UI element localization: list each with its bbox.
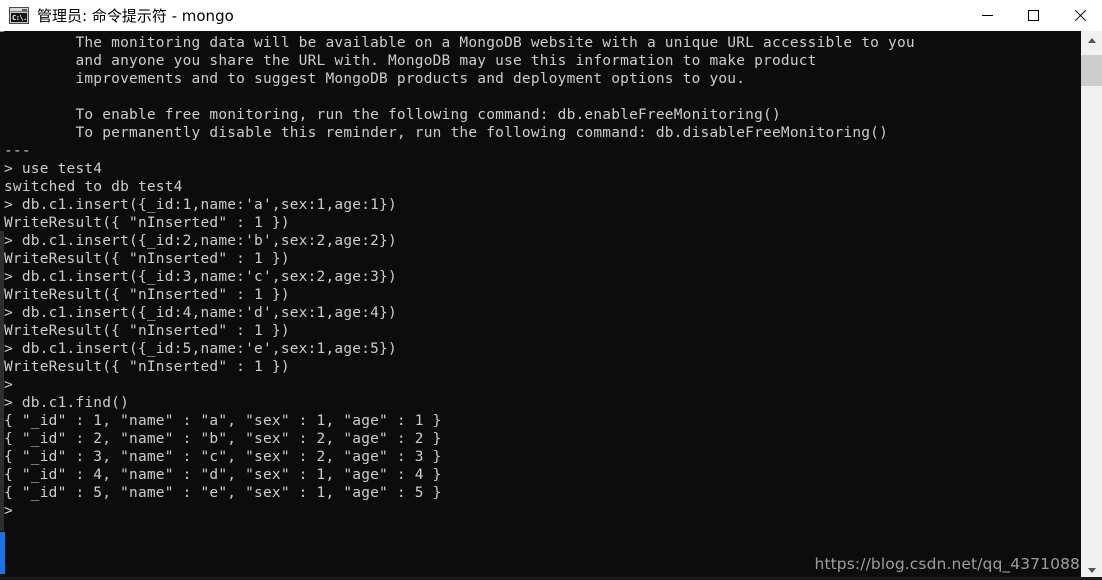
chevron-up-icon (1087, 38, 1096, 43)
title-bar[interactable]: C:\. 管理员: 命令提示符 - mongo (0, 0, 1102, 31)
cmd-icon-screen: C:\. (11, 13, 27, 22)
scrollbar-thumb[interactable] (1081, 55, 1102, 86)
window-controls (964, 0, 1102, 31)
terminal-output-area[interactable]: The monitoring data will be available on… (0, 31, 1102, 580)
window-title: 管理员: 命令提示符 - mongo (37, 6, 234, 25)
terminal-line: The monitoring data will be available on… (4, 35, 915, 51)
cmd-icon-titlebar (10, 8, 28, 12)
terminal-line: To enable free monitoring, run the follo… (4, 107, 781, 123)
window-focus-accent (0, 532, 5, 574)
terminal-line: improvements and to suggest MongoDB prod… (4, 71, 746, 87)
terminal-line: To permanently disable this reminder, ru… (4, 125, 889, 141)
terminal-line: --- (4, 143, 31, 159)
terminal-line: switched to db test4 (4, 179, 183, 195)
blog-watermark: https://blog.csdn.net/qq_4371088 (814, 555, 1080, 573)
terminal-line: { "_id" : 1, "name" : "a", "sex" : 1, "a… (4, 413, 442, 429)
terminal-line: > db.c1.insert({_id:4,name:'d',sex:1,age… (4, 305, 397, 321)
maximize-icon (1027, 10, 1039, 21)
terminal-line: and anyone you share the URL with. Mongo… (4, 53, 817, 69)
close-button[interactable] (1056, 0, 1102, 31)
command-prompt-window: C:\. 管理员: 命令提示符 - mongo The monitoring d… (0, 0, 1102, 580)
cmd-console-icon: C:\. (9, 7, 29, 24)
terminal-line: > db.c1.insert({_id:2,name:'b',sex:2,age… (4, 233, 397, 249)
terminal-line: > db.c1.insert({_id:5,name:'e',sex:1,age… (4, 341, 397, 357)
terminal-line: { "_id" : 4, "name" : "d", "sex" : 1, "a… (4, 467, 442, 483)
terminal-line: WriteResult({ "nInserted" : 1 }) (4, 251, 290, 267)
vertical-scrollbar[interactable] (1081, 31, 1102, 580)
title-bar-left: C:\. 管理员: 命令提示符 - mongo (0, 6, 964, 26)
terminal-line: > db.c1.find() (4, 395, 130, 411)
minimize-icon (981, 15, 993, 16)
chevron-down-icon (1087, 568, 1096, 573)
terminal-line: { "_id" : 2, "name" : "b", "sex" : 2, "a… (4, 431, 442, 447)
terminal-line: { "_id" : 5, "name" : "e", "sex" : 1, "a… (4, 485, 442, 501)
maximize-button[interactable] (1010, 0, 1056, 31)
terminal-line: > db.c1.insert({_id:1,name:'a',sex:1,age… (4, 197, 397, 213)
terminal-line: WriteResult({ "nInserted" : 1 }) (4, 215, 290, 231)
terminal-line: > (4, 377, 13, 393)
close-icon (1073, 9, 1086, 22)
minimize-button[interactable] (964, 0, 1010, 31)
terminal-line: WriteResult({ "nInserted" : 1 }) (4, 323, 290, 339)
scroll-up-button[interactable] (1081, 31, 1102, 50)
scrollbar-track[interactable] (1081, 50, 1102, 561)
terminal-line: WriteResult({ "nInserted" : 1 }) (4, 287, 290, 303)
terminal-text: The monitoring data will be available on… (4, 34, 1074, 520)
terminal-line: { "_id" : 3, "name" : "c", "sex" : 2, "a… (4, 449, 442, 465)
terminal-line: > use test4 (4, 161, 103, 177)
terminal-line: > (4, 503, 13, 519)
terminal-line: > db.c1.insert({_id:3,name:'c',sex:2,age… (4, 269, 397, 285)
terminal-line: WriteResult({ "nInserted" : 1 }) (4, 359, 290, 375)
